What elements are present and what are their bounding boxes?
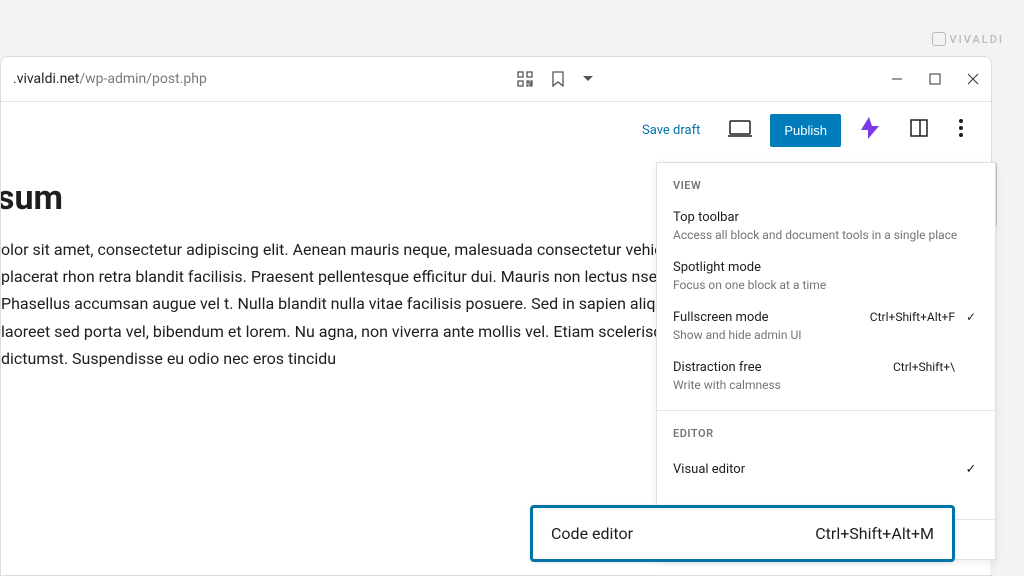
maximize-icon[interactable] (929, 73, 941, 85)
vivaldi-brand: VIVALDI (932, 32, 1004, 46)
menu-section-editor: EDITOR (657, 411, 995, 450)
bookmark-icon[interactable] (551, 71, 565, 87)
menu-item-fullscreen[interactable]: Fullscreen mode Show and hide admin UI C… (657, 302, 995, 352)
check-icon: ✓ (963, 462, 979, 477)
menu-section-view: VIEW (657, 163, 995, 202)
more-options-icon[interactable] (949, 113, 973, 147)
publish-button[interactable]: Publish (770, 114, 841, 147)
menu-item-code-editor[interactable]: Code editor Ctrl+Shift+Alt+M (530, 505, 955, 562)
editor-topbar: Save draft Publish (1, 102, 991, 158)
options-menu: VIEW Top toolbar Access all block and do… (656, 162, 996, 560)
preview-icon[interactable] (720, 113, 760, 147)
url-display: .vivaldi.net/wp-admin/post.php (13, 71, 207, 87)
jetpack-icon[interactable] (851, 111, 889, 149)
minimize-icon[interactable] (891, 73, 903, 85)
settings-panel-icon[interactable] (899, 112, 939, 148)
menu-item-distraction-free[interactable]: Distraction free Write with calmness Ctr… (657, 352, 995, 402)
tab-bar: .vivaldi.net/wp-admin/post.php (1, 57, 991, 102)
check-icon: ✓ (963, 310, 979, 324)
save-draft-button[interactable]: Save draft (632, 117, 710, 144)
qr-icon[interactable] (517, 71, 533, 87)
dropdown-icon[interactable] (583, 76, 593, 82)
menu-item-top-toolbar[interactable]: Top toolbar Access all block and documen… (657, 202, 995, 252)
menu-item-visual-editor[interactable]: Visual editor ✓ (657, 450, 995, 489)
close-icon[interactable] (967, 73, 979, 85)
menu-item-spotlight[interactable]: Spotlight mode Focus on one block at a t… (657, 252, 995, 302)
